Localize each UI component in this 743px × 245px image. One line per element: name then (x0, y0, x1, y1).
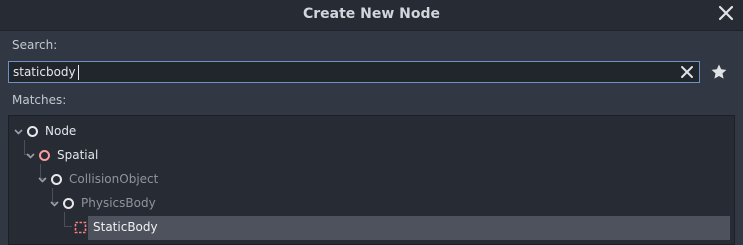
tree-item-collision-object[interactable]: CollisionObject (9, 168, 734, 192)
chevron-down-icon[interactable] (12, 125, 25, 138)
node-circle-icon (27, 126, 38, 137)
clear-search-icon[interactable] (679, 64, 695, 80)
physics-body-circle-icon (63, 198, 74, 209)
search-input[interactable] (13, 63, 673, 81)
tree-item-label: PhysicsBody (81, 196, 156, 210)
static-body-icon (74, 221, 87, 234)
dialog-title: Create New Node (302, 6, 441, 22)
favorite-star-icon[interactable] (710, 63, 728, 81)
search-field[interactable] (8, 61, 700, 83)
collision-object-circle-icon (51, 174, 62, 185)
chevron-down-icon[interactable] (48, 197, 61, 210)
chevron-down-icon[interactable] (36, 173, 49, 186)
tree-item-label: Node (45, 124, 77, 138)
tree-item-label: Spatial (57, 148, 99, 162)
dialog-titlebar: Create New Node (0, 0, 743, 31)
tree-item-label: CollisionObject (69, 172, 159, 186)
search-label: Search: (12, 38, 58, 52)
create-node-dialog: Create New Node Search: Matches: (0, 0, 743, 245)
tree-item-physics-body[interactable]: PhysicsBody (9, 192, 734, 216)
close-icon[interactable] (717, 4, 735, 22)
tree-item-static-body[interactable]: StaticBody (9, 216, 734, 240)
tree-item-label: StaticBody (93, 220, 158, 234)
matches-label: Matches: (12, 93, 67, 107)
tree-item-node[interactable]: Node (9, 120, 734, 144)
chevron-down-icon[interactable] (24, 149, 37, 162)
matches-tree: Node Spatial CollisionObject PhysicsBody… (8, 115, 735, 245)
tree-item-spatial[interactable]: Spatial (9, 144, 734, 168)
spatial-circle-icon (39, 150, 50, 161)
text-caret (78, 65, 79, 80)
